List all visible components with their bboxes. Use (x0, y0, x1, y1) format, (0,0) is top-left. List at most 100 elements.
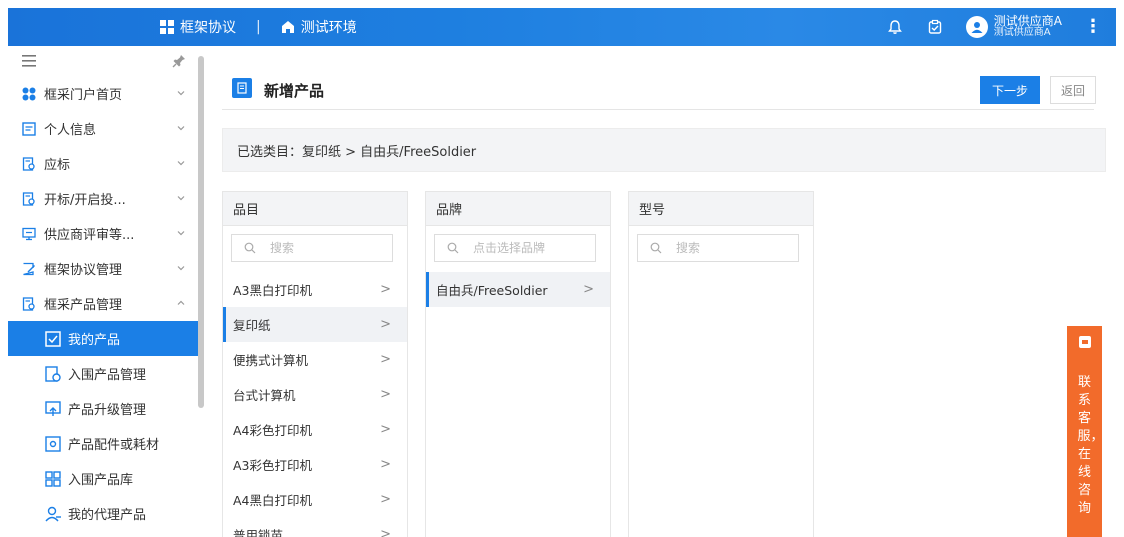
chevron-right-icon: > (380, 282, 391, 297)
sidebar-item-bid-opening[interactable]: 开标/开启投... (8, 181, 204, 216)
category-label: A4黑白打印机 (233, 493, 313, 508)
sidebar-subitem-product-upgrade[interactable]: 产品升级管理 (8, 391, 204, 426)
category-label: A3彩色打印机 (233, 458, 313, 473)
document-search-icon (22, 296, 36, 311)
sidebar-item-supplier-review[interactable]: 供应商评审等... (8, 216, 204, 251)
sidebar-item-portal-home[interactable]: 框采门户首页 (8, 76, 204, 111)
sidebar-subitem-label: 我的产品 (68, 333, 121, 348)
chat-icon (1078, 336, 1091, 348)
sidebar-header (8, 46, 204, 76)
pin-icon[interactable] (172, 54, 186, 68)
sidebar-subitem-label: 产品配件或耗材 (68, 438, 160, 453)
document-search-icon (22, 156, 36, 171)
sidebar-item-label: 框采门户首页 (44, 88, 123, 103)
back-button[interactable]: 返回 (1050, 76, 1096, 104)
model-search-input[interactable] (676, 241, 786, 255)
sidebar-item-product-management[interactable]: 框采产品管理 (8, 286, 204, 321)
user-org: 测试供应商A (993, 27, 1051, 39)
page-header: 新增产品 下一步 返回 (222, 64, 1096, 110)
sidebar-item-label: 供应商评审等... (44, 228, 135, 243)
sidebar-scrollbar[interactable] (198, 56, 204, 408)
category-label: A3黑白打印机 (233, 283, 313, 298)
list-item[interactable]: 复印纸 > (223, 307, 407, 342)
list-item[interactable]: 自由兵/FreeSoldier > (426, 272, 610, 307)
document-icon (232, 78, 252, 98)
list-item[interactable]: A3彩色打印机 > (223, 447, 407, 482)
selected-category-text: 已选类目：复印纸 > 自由兵/FreeSoldier (237, 144, 477, 160)
sidebar-item-label: 应标 (44, 158, 71, 173)
brand-label: 自由兵/FreeSoldier (436, 283, 548, 298)
category-panel-header: 品目 (223, 192, 407, 226)
next-step-button[interactable]: 下一步 (980, 76, 1040, 104)
category-search-input[interactable] (270, 241, 380, 255)
more-vertical-icon[interactable]: ⋮ (1084, 18, 1102, 36)
list-item[interactable]: A4黑白打印机 > (223, 482, 407, 517)
brand-list: 自由兵/FreeSoldier > (426, 272, 610, 307)
chevron-down-icon (176, 262, 186, 277)
apps-grid-icon[interactable] (160, 20, 174, 34)
sidebar-subitem-agent-products[interactable]: 我的代理产品 (8, 496, 204, 531)
search-icon (244, 242, 256, 254)
brand-panel: 品牌 自由兵/FreeSoldier > (425, 191, 611, 537)
sidebar-item-framework-agreement[interactable]: 框架协议管理 (8, 251, 204, 286)
product-upgrade-icon (44, 400, 62, 418)
category-search-box[interactable] (231, 234, 393, 262)
user-info[interactable]: 测试供应商A 测试供应商A (994, 15, 1062, 38)
sidebar-item-bid-response[interactable]: 应标 (8, 146, 204, 181)
category-list: A3黑白打印机 > 复印纸 > 便携式计算机 > 台式计算机 > A4彩色打印机 > A3… (223, 272, 407, 537)
selected-category-bar: 已选类目：复印纸 > 自由兵/FreeSoldier (222, 128, 1106, 172)
sidebar-subitem-label: 入围产品管理 (68, 368, 147, 383)
top-bar-actions: 测试供应商A 测试供应商A ⋮ (886, 8, 1102, 46)
sidebar-subitem-product-library[interactable]: 入围产品库 (8, 461, 204, 496)
sidebar-subitem-my-products[interactable]: 我的产品 (8, 321, 204, 356)
grid-library-icon (44, 470, 62, 488)
id-card-icon (22, 121, 36, 136)
sidebar-subitem-shortlisted-products[interactable]: 入围产品管理 (8, 356, 204, 391)
chevron-right-icon: > (380, 422, 391, 437)
sidebar-subitem-accessories[interactable]: 产品配件或耗材 (8, 426, 204, 461)
portal-grid-icon (22, 87, 36, 101)
category-label: A4彩色打印机 (233, 423, 313, 438)
sidebar-subitem-label: 我的代理产品 (68, 508, 147, 523)
page-title: 新增产品 (264, 82, 325, 100)
category-label: 台式计算机 (233, 388, 296, 403)
chevron-down-icon (176, 122, 186, 137)
document-search-icon (22, 191, 36, 206)
title-separator: | (256, 19, 261, 35)
avatar[interactable] (965, 16, 988, 38)
chevron-right-icon: > (380, 387, 391, 402)
top-bar-title-group: 框架协议 | 测试环境 (160, 8, 357, 46)
chevron-up-icon (176, 297, 186, 312)
list-item[interactable]: A4彩色打印机 > (223, 412, 407, 447)
bell-icon[interactable] (886, 18, 904, 36)
list-item[interactable]: 便携式计算机 > (223, 342, 407, 377)
brand-panel-header: 品牌 (426, 192, 610, 226)
menu-toggle-icon[interactable] (22, 55, 36, 67)
list-item[interactable]: A3黑白打印机 > (223, 272, 407, 307)
app-title[interactable]: 框架协议 (180, 17, 236, 37)
sidebar-item-personal-info[interactable]: 个人信息 (8, 111, 204, 146)
top-bar: 框架协议 | 测试环境 测试供应商A 测试供应商A ⋮ (8, 8, 1116, 46)
model-search-box[interactable] (637, 234, 799, 262)
list-item[interactable]: 台式计算机 > (223, 377, 407, 412)
task-check-icon[interactable] (926, 18, 944, 36)
category-label: 普用锁苗 (233, 528, 284, 537)
sidebar-subitem-label: 产品升级管理 (68, 403, 147, 418)
product-check-icon (44, 330, 62, 348)
contract-edit-icon (22, 262, 36, 276)
sidebar: 框采门户首页 个人信息 应标 开标/开启投... 供应商评审等... 框架协议管 (8, 46, 204, 537)
category-panel: 品目 A3黑白打印机 > 复印纸 > 便携式计算机 > 台式计算机 > A4彩色打印机 >… (222, 191, 408, 537)
list-item[interactable]: 普用锁苗 > (223, 517, 407, 537)
customer-service-button[interactable]: 联系客服，在线咨询 (1067, 326, 1104, 537)
accessory-icon (44, 435, 62, 453)
category-label: 便携式计算机 (233, 353, 309, 368)
env-label[interactable]: 测试环境 (301, 17, 357, 37)
chevron-down-icon (176, 157, 186, 172)
sidebar-subitem-label: 入围产品库 (68, 473, 134, 488)
chevron-right-icon: > (380, 317, 391, 332)
chevron-right-icon: > (380, 492, 391, 507)
brand-search-box[interactable] (434, 234, 596, 262)
brand-search-input[interactable] (473, 241, 583, 255)
customer-service-label: 联系客服，在线咨询 (1077, 375, 1104, 516)
chevron-right-icon: > (583, 282, 594, 297)
